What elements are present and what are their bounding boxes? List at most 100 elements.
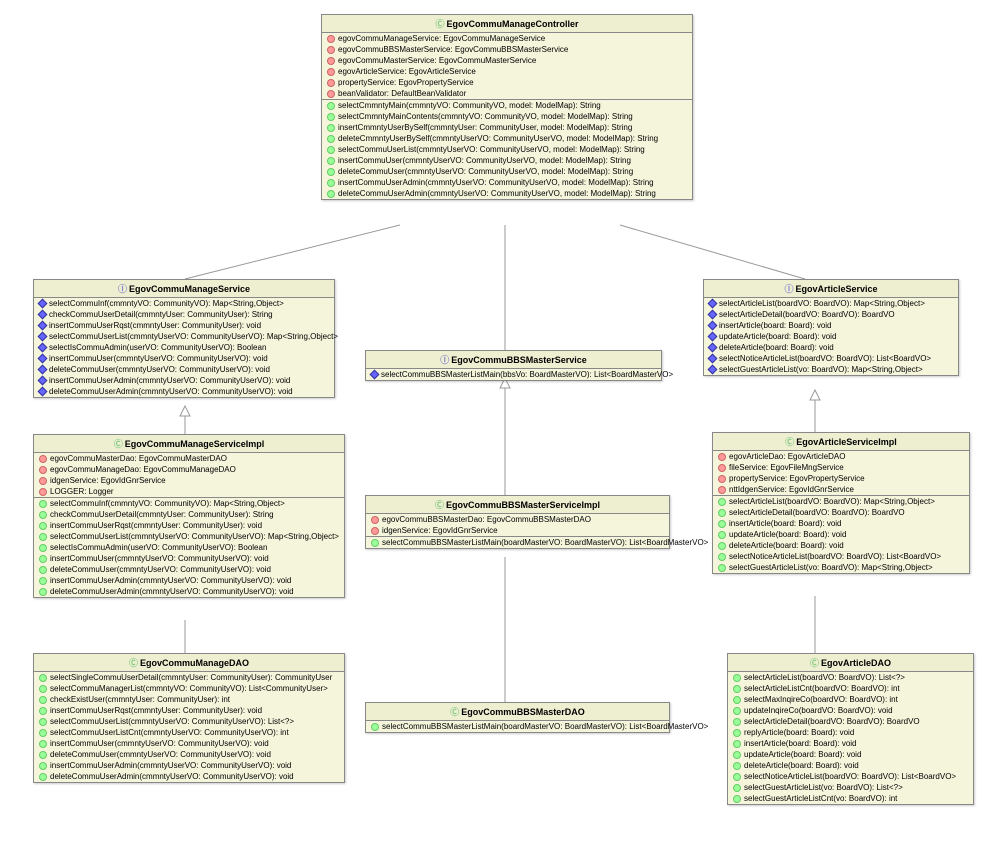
- member-row: selectIsCommuAdmin(userVO: CommunityUser…: [34, 542, 344, 553]
- member-row: idgenService: EgovIdGnrService: [34, 475, 344, 486]
- class-articleService[interactable]: ⒾEgovArticleService selectArticleList(bo…: [703, 279, 959, 376]
- attrs-section: egovCommuBBSMasterDao: EgovCommuBBSMaste…: [366, 514, 669, 537]
- member-row: updateArticle(board: Board): void: [713, 529, 969, 540]
- attrs-section: egovCommuManageService: EgovCommuManageS…: [322, 33, 692, 100]
- member-row: insertCommuUserAdmin(cmmntyUserVO: Commu…: [34, 575, 344, 586]
- class-name: EgovArticleDAO: [821, 658, 891, 668]
- member-row: propertyService: EgovPropertyService: [322, 77, 692, 88]
- member-row: selectArticleListCnt(boardVO: BoardVO): …: [728, 683, 973, 694]
- member-row: selectIsCommuAdmin(userVO: CommunityUser…: [34, 342, 334, 353]
- member-row: deleteCommuUser(cmmntyUserVO: CommunityU…: [322, 166, 692, 177]
- member-row: propertyService: EgovPropertyService: [713, 473, 969, 484]
- member-row: selectArticleDetail(boardVO: BoardVO): B…: [713, 507, 969, 518]
- class-manageImpl[interactable]: ⒸEgovCommuManageServiceImpl egovCommuMas…: [33, 434, 345, 598]
- member-row: insertCommuUserRqst(cmmntyUser: Communit…: [34, 320, 334, 331]
- class-name: EgovCommuManageController: [447, 19, 579, 29]
- member-row: selectCmmntyMainContents(cmmntyVO: Commu…: [322, 111, 692, 122]
- class-name: EgovCommuManageDAO: [140, 658, 249, 668]
- class-name: EgovCommuBBSMasterServiceImpl: [446, 500, 600, 510]
- member-row: selectCommuInf(cmmntyVO: CommunityVO): M…: [34, 298, 334, 309]
- member-row: selectArticleList(boardVO: BoardVO): Map…: [713, 496, 969, 507]
- member-row: insertCommuUser(cmmntyUserVO: CommunityU…: [34, 553, 344, 564]
- member-row: fileService: EgovFileMngService: [713, 462, 969, 473]
- class-icon: Ⓒ: [114, 439, 123, 449]
- member-row: selectCommuUserList(cmmntyUserVO: Commun…: [34, 716, 344, 727]
- methods-section: selectSingleCommuUserDetail(cmmntyUser: …: [34, 672, 344, 782]
- class-name: EgovCommuManageService: [129, 284, 250, 294]
- class-articleDao[interactable]: ⒸEgovArticleDAO selectArticleList(boardV…: [727, 653, 974, 805]
- methods-section: selectCmmntyMain(cmmntyVO: CommunityVO, …: [322, 100, 692, 199]
- methods-section: selectCommuInf(cmmntyVO: CommunityVO): M…: [34, 498, 344, 597]
- class-name: EgovArticleService: [795, 284, 877, 294]
- member-row: egovCommuMasterDao: EgovCommuMasterDAO: [34, 453, 344, 464]
- member-row: insertArticle(board: Board): void: [728, 738, 973, 749]
- member-row: deleteArticle(board: Board): void: [728, 760, 973, 771]
- methods-section: selectArticleList(boardVO: BoardVO): Map…: [704, 298, 958, 375]
- class-bbsService[interactable]: ⒾEgovCommuBBSMasterService selectCommuBB…: [365, 350, 662, 381]
- member-row: insertArticle(board: Board): void: [704, 320, 958, 331]
- member-row: deleteCommuUser(cmmntyUserVO: CommunityU…: [34, 564, 344, 575]
- member-row: selectCommuBBSMasterListMain(boardMaster…: [366, 537, 669, 548]
- class-manageService[interactable]: ⒾEgovCommuManageService selectCommuInf(c…: [33, 279, 335, 398]
- member-row: selectCommuUserList(cmmntyUserVO: Commun…: [34, 531, 344, 542]
- member-row: selectGuestArticleList(vo: BoardVO): Lis…: [728, 782, 973, 793]
- member-row: LOGGER: Logger: [34, 486, 344, 497]
- interface-icon: Ⓘ: [440, 355, 449, 365]
- member-row: selectGuestArticleList(vo: BoardVO): Map…: [704, 364, 958, 375]
- member-row: updateArticle(board: Board): void: [704, 331, 958, 342]
- class-icon: Ⓒ: [435, 500, 444, 510]
- member-row: insertCommuUserRqst(cmmntyUser: Communit…: [34, 705, 344, 716]
- class-icon: Ⓒ: [435, 19, 444, 29]
- member-row: selectCommuUserList(cmmntyUserVO: Commun…: [34, 331, 334, 342]
- member-row: nttIdgenService: EgovIdGnrService: [713, 484, 969, 495]
- methods-section: selectCommuBBSMasterListMain(boardMaster…: [366, 721, 669, 732]
- class-icon: Ⓒ: [129, 658, 138, 668]
- member-row: checkCommuUserDetail(cmmntyUser: Communi…: [34, 509, 344, 520]
- member-row: selectGuestArticleListCnt(vo: BoardVO): …: [728, 793, 973, 804]
- class-bbsDao[interactable]: ⒸEgovCommuBBSMasterDAO selectCommuBBSMas…: [365, 702, 670, 733]
- class-icon: Ⓒ: [810, 658, 819, 668]
- class-articleImpl[interactable]: ⒸEgovArticleServiceImpl egovArticleDao: …: [712, 432, 970, 574]
- member-row: deleteCommuUserAdmin(cmmntyUserVO: Commu…: [34, 771, 344, 782]
- member-row: egovArticleDao: EgovArticleDAO: [713, 451, 969, 462]
- methods-section: selectArticleList(boardVO: BoardVO): Lis…: [728, 672, 973, 804]
- member-row: deleteCommuUser(cmmntyUserVO: CommunityU…: [34, 749, 344, 760]
- member-row: egovCommuBBSMasterService: EgovCommuBBSM…: [322, 44, 692, 55]
- member-row: updateArticle(board: Board): void: [728, 749, 973, 760]
- member-row: selectCmmntyMain(cmmntyVO: CommunityVO, …: [322, 100, 692, 111]
- member-row: selectCommuBBSMasterListMain(bbsVo: Boar…: [366, 369, 661, 380]
- member-row: insertCommuUser(cmmntyUserVO: CommunityU…: [322, 155, 692, 166]
- interface-icon: Ⓘ: [784, 284, 793, 294]
- member-row: insertCommuUserRqst(cmmntyUser: Communit…: [34, 520, 344, 531]
- class-icon: Ⓒ: [785, 437, 794, 447]
- attrs-section: egovCommuMasterDao: EgovCommuMasterDAOeg…: [34, 453, 344, 498]
- member-row: selectArticleList(boardVO: BoardVO): Map…: [704, 298, 958, 309]
- member-row: replyArticle(board: Board): void: [728, 727, 973, 738]
- member-row: egovCommuManageService: EgovCommuManageS…: [322, 33, 692, 44]
- member-row: deleteCommuUserAdmin(cmmntyUserVO: Commu…: [34, 586, 344, 597]
- methods-section: selectCommuInf(cmmntyVO: CommunityVO): M…: [34, 298, 334, 397]
- member-row: selectMaxInqireCo(boardVO: BoardVO): int: [728, 694, 973, 705]
- member-row: deleteArticle(board: Board): void: [704, 342, 958, 353]
- member-row: deleteCommuUserAdmin(cmmntyUserVO: Commu…: [34, 386, 334, 397]
- class-name: EgovArticleServiceImpl: [796, 437, 897, 447]
- class-manageDao[interactable]: ⒸEgovCommuManageDAO selectSingleCommuUse…: [33, 653, 345, 783]
- member-row: selectArticleList(boardVO: BoardVO): Lis…: [728, 672, 973, 683]
- class-bbsImpl[interactable]: ⒸEgovCommuBBSMasterServiceImpl egovCommu…: [365, 495, 670, 549]
- member-row: idgenService: EgovIdGnrService: [366, 525, 669, 536]
- class-name: EgovCommuBBSMasterService: [451, 355, 587, 365]
- member-row: egovCommuManageDao: EgovCommuManageDAO: [34, 464, 344, 475]
- member-row: egovCommuMasterService: EgovCommuMasterS…: [322, 55, 692, 66]
- member-row: beanValidator: DefaultBeanValidator: [322, 88, 692, 99]
- member-row: insertCmmntyUserBySelf(cmmntyUser: Commu…: [322, 122, 692, 133]
- class-icon: Ⓒ: [450, 707, 459, 717]
- member-row: deleteCmmntyUserBySelf(cmmntyUserVO: Com…: [322, 133, 692, 144]
- member-row: insertCommuUserAdmin(cmmntyUserVO: Commu…: [34, 760, 344, 771]
- class-name: EgovCommuManageServiceImpl: [125, 439, 265, 449]
- class-controller[interactable]: ⒸEgovCommuManageController egovCommuMana…: [321, 14, 693, 200]
- member-row: deleteCommuUser(cmmntyUserVO: CommunityU…: [34, 364, 334, 375]
- member-row: selectNoticeArticleList(boardVO: BoardVO…: [713, 551, 969, 562]
- member-row: insertCommuUser(cmmntyUserVO: CommunityU…: [34, 738, 344, 749]
- class-name: EgovCommuBBSMasterDAO: [461, 707, 585, 717]
- member-row: selectCommuBBSMasterListMain(boardMaster…: [366, 721, 669, 732]
